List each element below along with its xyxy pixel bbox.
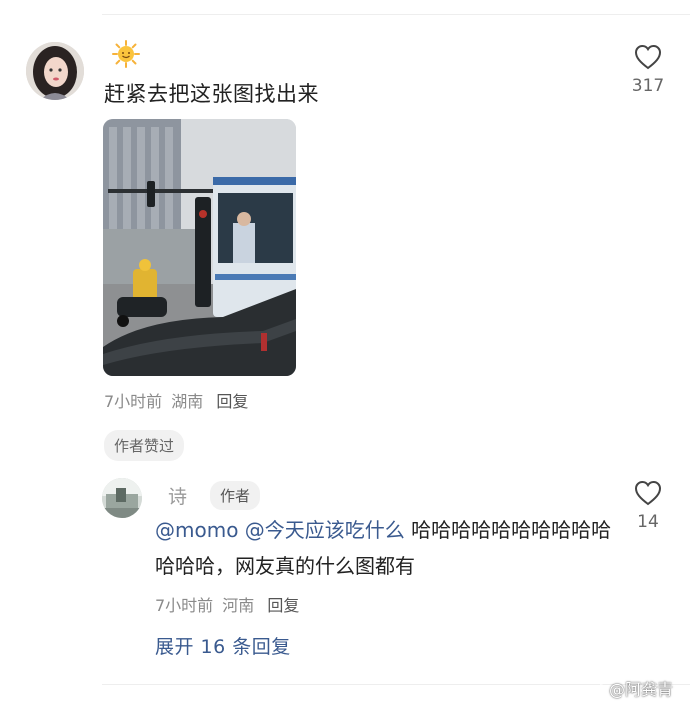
reply-link[interactable]: 回复 xyxy=(267,596,299,615)
reply-like-count: 14 xyxy=(637,512,659,532)
weibo-watermark: @阿龚青 xyxy=(587,676,687,702)
weibo-logo-icon xyxy=(587,683,606,699)
reply-time: 7小时前 xyxy=(155,596,214,615)
heart-outline-icon xyxy=(634,44,662,70)
watermark-text: @阿龚青 xyxy=(609,680,674,699)
mention-link[interactable]: @momo xyxy=(155,518,238,542)
like-button[interactable]: 317 xyxy=(628,44,668,96)
reply-text: @momo @今天应该吃什么 哈哈哈哈哈哈哈哈哈哈哈哈哈，网友真的什么图都有 xyxy=(155,512,615,584)
reply-avatar[interactable] xyxy=(102,478,142,518)
like-count: 317 xyxy=(631,76,665,96)
comment-time: 7小时前 xyxy=(104,392,163,411)
author-liked-badge: 作者赞过 xyxy=(104,430,185,461)
expand-replies-button[interactable]: 展开 16 条回复 xyxy=(155,632,291,659)
sun-emoji xyxy=(112,40,140,68)
comment-photo[interactable] xyxy=(103,119,296,376)
reply-like-button[interactable]: 14 xyxy=(628,480,668,532)
author-tag: 作者 xyxy=(210,481,261,510)
reply-location: 河南 xyxy=(222,596,255,615)
comment-thread: 赶紧去把这张图找出来 317 7小时前 湖南 回复 作者赞过 诗 作者 14 @… xyxy=(0,0,690,705)
heart-outline-icon xyxy=(634,480,662,506)
comment-location: 湖南 xyxy=(171,392,204,411)
reply-meta: 7小时前 河南 回复 xyxy=(155,592,299,616)
comment-meta: 7小时前 湖南 回复 xyxy=(104,388,248,412)
comment-text: 赶紧去把这张图找出来 xyxy=(104,82,319,106)
top-divider xyxy=(102,14,690,15)
mention-link[interactable]: @今天应该吃什么 xyxy=(245,518,405,542)
reply-author-name[interactable]: 诗 xyxy=(168,482,187,509)
avatar[interactable] xyxy=(26,42,84,100)
reply-link[interactable]: 回复 xyxy=(216,392,248,411)
